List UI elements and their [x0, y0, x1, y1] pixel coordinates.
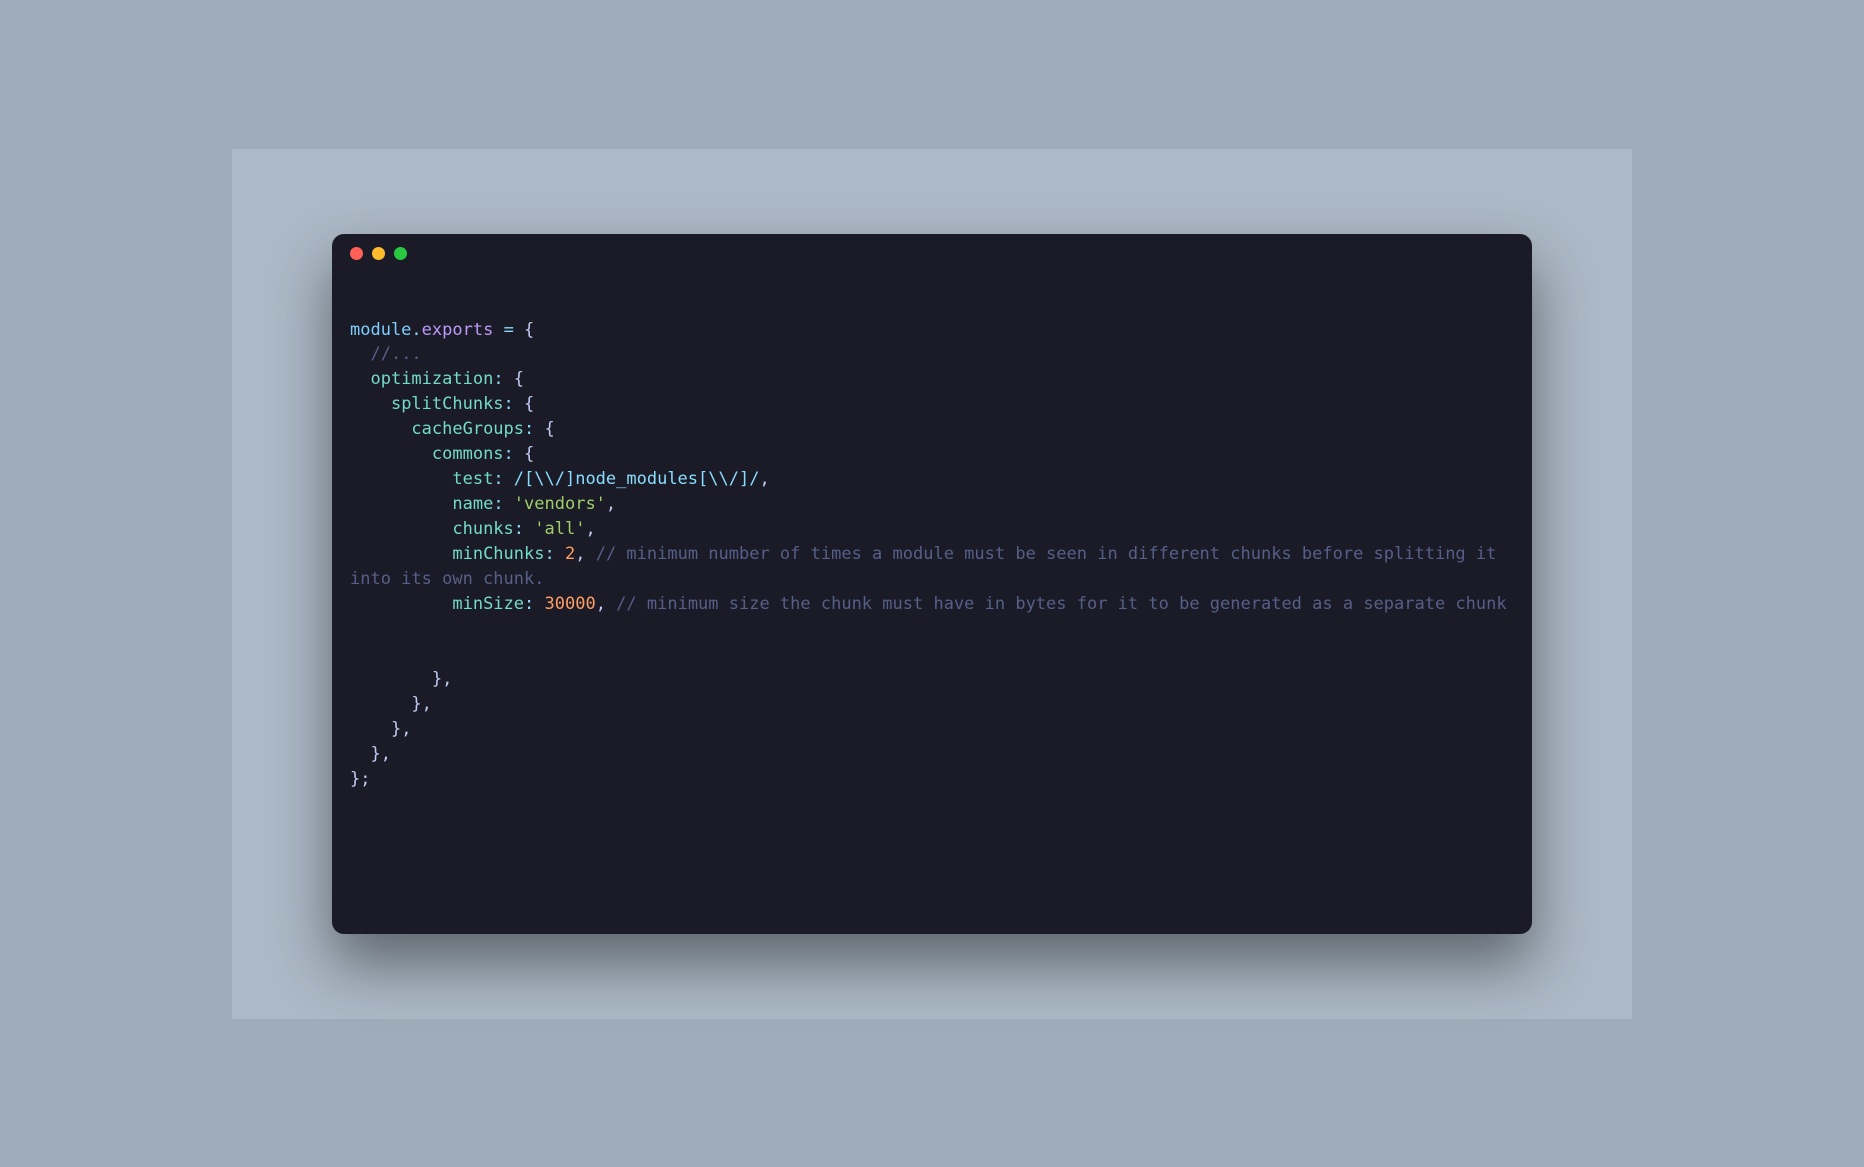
- code-indent: [350, 394, 391, 414]
- code-token: chunks: [452, 519, 513, 539]
- code-token: :: [544, 544, 564, 564]
- code-token: 'vendors': [514, 494, 606, 514]
- code-window: module.exports = { //... optimization: {…: [332, 234, 1532, 934]
- code-token: :: [504, 444, 524, 464]
- zoom-icon[interactable]: [394, 247, 407, 260]
- code-token: {: [524, 320, 534, 340]
- code-token: :: [493, 369, 513, 389]
- code-token: ,: [596, 594, 616, 614]
- code-token: cacheGroups: [411, 419, 524, 439]
- code-token: name: [452, 494, 493, 514]
- code-token: },: [350, 694, 432, 714]
- code-token: {: [545, 419, 555, 439]
- code-indent: [350, 544, 452, 564]
- code-token: {: [514, 369, 524, 389]
- code-token: 'all': [534, 519, 585, 539]
- code-token: {: [524, 394, 534, 414]
- code-token: :: [504, 394, 524, 414]
- code-token: 30000: [545, 594, 596, 614]
- window-titlebar: [332, 234, 1532, 274]
- close-icon[interactable]: [350, 247, 363, 260]
- code-token: splitChunks: [391, 394, 504, 414]
- code-token: },: [350, 744, 391, 764]
- code-indent: [350, 444, 432, 464]
- code-token: };: [350, 769, 370, 789]
- code-token: commons: [432, 444, 504, 464]
- code-token: },: [350, 719, 411, 739]
- code-token: 2: [565, 544, 575, 564]
- code-token: ,: [585, 519, 595, 539]
- code-token: minChunks: [452, 544, 544, 564]
- code-token: :: [514, 519, 534, 539]
- code-indent: [350, 594, 452, 614]
- code-comment: // minimum size the chunk must have in b…: [616, 594, 1506, 614]
- code-token: :: [524, 594, 544, 614]
- code-token: {: [524, 444, 534, 464]
- code-indent: [350, 494, 452, 514]
- code-token: =: [493, 320, 524, 340]
- code-token: .: [411, 320, 421, 340]
- canvas-background: module.exports = { //... optimization: {…: [232, 149, 1632, 1019]
- code-comment: //...: [350, 344, 422, 364]
- code-token: ,: [575, 544, 595, 564]
- code-token: /[\\/]node_modules[\\/]/: [514, 469, 760, 489]
- code-token: ,: [606, 494, 616, 514]
- code-token: optimization: [370, 369, 493, 389]
- code-token: test: [452, 469, 493, 489]
- code-token: :: [524, 419, 544, 439]
- code-token: module: [350, 320, 411, 340]
- code-token: minSize: [452, 594, 524, 614]
- code-token: exports: [422, 320, 494, 340]
- code-token: ,: [759, 469, 769, 489]
- code-indent: [350, 369, 370, 389]
- code-content: module.exports = { //... optimization: {…: [332, 274, 1532, 934]
- code-token: },: [350, 669, 452, 689]
- code-token: :: [493, 494, 513, 514]
- code-indent: [350, 419, 411, 439]
- code-indent: [350, 519, 452, 539]
- code-indent: [350, 469, 452, 489]
- minimize-icon[interactable]: [372, 247, 385, 260]
- code-token: :: [493, 469, 513, 489]
